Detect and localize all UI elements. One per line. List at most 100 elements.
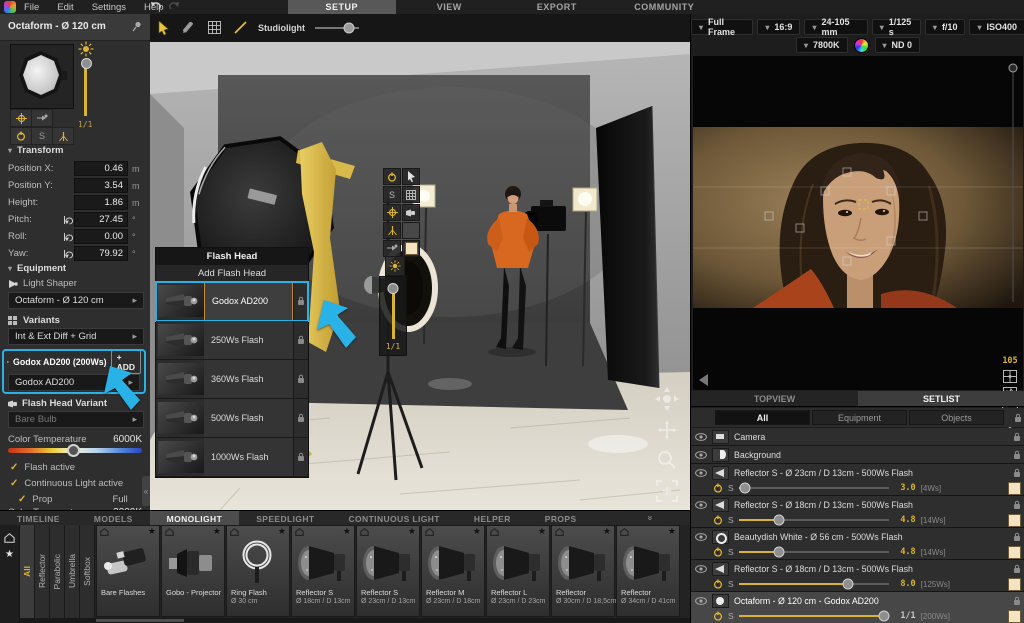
equipment-card[interactable]: ★ Ring Flash Ø 30 cm <box>226 525 290 617</box>
setlist-row[interactable]: Camera <box>691 428 1024 446</box>
equipment-card[interactable]: ★ Reflector L Ø 23cm / D 23cm <box>486 525 550 617</box>
home-icon[interactable] <box>490 528 499 536</box>
slave-label[interactable]: S <box>728 483 734 493</box>
slave-label[interactable]: S <box>728 611 734 621</box>
lock-icon[interactable] <box>1013 468 1021 478</box>
transform-section-header[interactable]: ▾ Transform <box>8 145 63 156</box>
lock-icon[interactable] <box>1014 413 1022 423</box>
star-icon[interactable]: ★ <box>668 526 676 537</box>
filter-objects[interactable]: Objects <box>909 410 1004 425</box>
pin-icon[interactable] <box>132 21 142 32</box>
visibility-eye-icon[interactable] <box>695 451 707 459</box>
power-slider[interactable] <box>739 583 889 585</box>
camera-setting-chip[interactable]: ▾ 16:9 <box>757 19 800 35</box>
panel-collapse-handle[interactable]: « <box>142 476 150 506</box>
transform-value-input[interactable]: 0.00 <box>74 229 128 244</box>
camera-setting-chip[interactable]: ▾ f/10 <box>925 19 966 35</box>
equipment-card[interactable]: ★ Gobo - Projector <box>161 525 225 617</box>
menu-file[interactable]: File <box>24 2 39 13</box>
category-softbox[interactable]: Softbox <box>80 525 95 618</box>
power-slider-knob[interactable] <box>843 579 854 590</box>
equipment-card[interactable]: ★ Reflector Ø 34cm / D 41cm <box>616 525 680 617</box>
point-at-model-button[interactable] <box>31 109 53 127</box>
light-power-toggle[interactable] <box>713 611 723 621</box>
star-icon[interactable]: ★ <box>473 526 481 537</box>
redo-icon[interactable] <box>169 1 180 11</box>
reset-icon[interactable] <box>63 232 74 242</box>
power-slider[interactable] <box>739 551 889 553</box>
category-reflector[interactable]: Reflector <box>35 525 50 618</box>
point-at-model-toggle[interactable] <box>383 240 401 257</box>
visibility-eye-icon[interactable] <box>695 433 707 441</box>
light-power-button[interactable] <box>10 127 32 145</box>
select-tool-icon[interactable] <box>402 168 420 185</box>
orbit-icon[interactable] <box>655 387 679 411</box>
modeling-light-button[interactable] <box>385 256 405 276</box>
light-power-toggle[interactable] <box>713 483 723 493</box>
viewport-3d[interactable]: S 1/1 <box>150 42 690 510</box>
power-slider[interactable] <box>739 519 889 521</box>
power-slider-knob[interactable] <box>879 611 890 622</box>
slave-label[interactable]: S <box>728 579 734 589</box>
power-slider-knob[interactable] <box>81 58 92 69</box>
transform-value-input[interactable]: 0.46 <box>74 161 128 176</box>
power-slider-knob[interactable] <box>739 483 750 494</box>
tab-community[interactable]: COMMUNITY <box>611 0 719 14</box>
star-icon[interactable]: ★ <box>538 526 546 537</box>
star-icon[interactable]: ★ <box>603 526 611 537</box>
visibility-eye-icon[interactable] <box>695 469 707 477</box>
home-icon[interactable] <box>165 528 174 536</box>
color-temperature-knob[interactable] <box>67 444 80 457</box>
home-icon[interactable] <box>100 528 109 536</box>
setlist-row[interactable]: Reflector S - Ø 18cm / D 13cm - 500Ws Fl… <box>691 496 1024 528</box>
popup-subtitle[interactable]: Add Flash Head <box>156 265 308 282</box>
lock-icon[interactable] <box>1013 532 1021 542</box>
light-stand-toggle[interactable] <box>383 222 401 239</box>
library-scrollbar[interactable] <box>20 618 690 623</box>
zoom-icon[interactable] <box>657 450 677 470</box>
flash-active-checkbox[interactable]: ✓ Flash active <box>10 462 75 473</box>
setlist-row[interactable]: Beautydish White - Ø 56 cm - 500Ws Flash… <box>691 528 1024 560</box>
transform-value-input[interactable]: 1.86 <box>74 195 128 210</box>
light-shaper-dropdown[interactable]: Octaform - Ø 120 cm ▸ <box>8 292 144 309</box>
light-power-toggle[interactable] <box>713 515 723 525</box>
visibility-eye-icon[interactable] <box>695 501 707 509</box>
home-icon[interactable] <box>230 528 239 536</box>
visibility-eye-icon[interactable] <box>695 565 707 573</box>
library-tab-props[interactable]: PROPS <box>528 511 594 526</box>
move-target-toggle[interactable] <box>383 204 401 221</box>
lock-icon[interactable] <box>1013 432 1021 442</box>
studiolight-slider[interactable] <box>315 27 359 29</box>
flash-head-option[interactable]: Godox AD200 <box>156 282 308 321</box>
lock-icon[interactable] <box>1013 596 1021 606</box>
star-icon[interactable]: ★ <box>213 526 221 537</box>
grid-icon[interactable] <box>208 21 221 34</box>
setlist-row[interactable]: Reflector S - Ø 23cm / D 13cm - 500Ws Fl… <box>691 464 1024 496</box>
reset-icon[interactable] <box>63 249 74 259</box>
star-icon[interactable]: ★ <box>408 526 416 537</box>
category-all[interactable]: All <box>20 525 35 618</box>
pan-icon[interactable] <box>657 420 677 440</box>
menu-edit[interactable]: Edit <box>57 2 73 13</box>
reset-icon[interactable] <box>63 215 74 225</box>
continuous-light-checkbox[interactable]: ✓ Continuous Light active <box>10 478 123 489</box>
tab-topview[interactable]: TOPVIEW <box>691 391 858 407</box>
flash-head-option[interactable]: 500Ws Flash <box>156 399 308 438</box>
library-tab-models[interactable]: MODELS <box>77 511 150 526</box>
transform-value-input[interactable]: 79.92 <box>74 246 128 261</box>
tab-setlist[interactable]: SETLIST <box>858 391 1024 407</box>
transform-value-input[interactable]: 27.45 <box>74 212 128 227</box>
filter-equipment[interactable]: Equipment <box>812 410 907 425</box>
equipment-card[interactable]: ★ Bare Flashes <box>96 525 160 617</box>
flash-head-option[interactable]: 1000Ws Flash <box>156 438 308 477</box>
visibility-eye-icon[interactable] <box>695 533 707 541</box>
transform-value-input[interactable]: 3.54 <box>74 178 128 193</box>
category-umbrella[interactable]: Umbrella <box>65 525 80 618</box>
power-slider[interactable] <box>739 615 889 617</box>
camera-setting-chip[interactable]: ▾ ND 0 <box>875 37 921 53</box>
equipment-section-header[interactable]: ▾ Equipment <box>8 263 66 274</box>
star-icon[interactable]: ★ <box>148 526 156 537</box>
panel-power-slider[interactable] <box>84 60 87 116</box>
equipment-card[interactable]: ★ Reflector M Ø 23cm / D 18cm <box>421 525 485 617</box>
tab-setup[interactable]: SETUP <box>288 0 396 14</box>
